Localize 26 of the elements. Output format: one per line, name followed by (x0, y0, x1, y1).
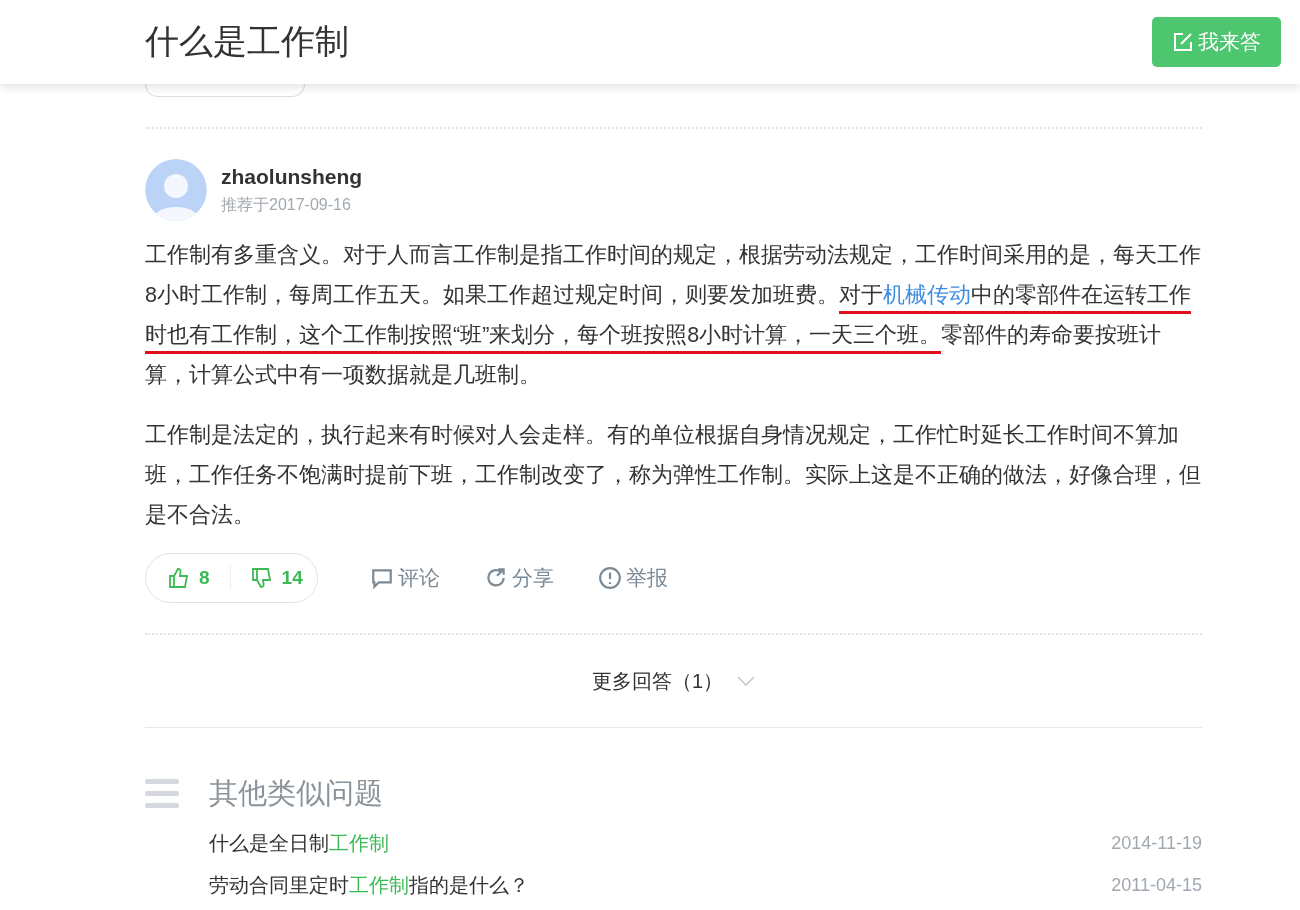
more-answers-button[interactable]: 更多回答（1） (591, 667, 756, 695)
question-date: 2014-11-19 (1111, 832, 1202, 854)
similar-question-link[interactable]: 劳动合同里定时工作制指的是什么？ (209, 871, 529, 899)
question-title: 什么是工作制 (145, 21, 349, 62)
like-button[interactable]: 8 (168, 567, 210, 589)
answer-paragraph: 工作制有多重含义。对于人而言工作制是指工作时间的规定，根据劳动法规定，工作时间采用的是，每天工作8小时工作制，每周工作五天。如果工作超过规定时间，则要发加班费。对于机械传动中的零部件在运转工作时也有工作制，这个工作制按照“班”来划分，每个班按照8小时计算，一天三个班。零部件的寿命要按班计算，计算公式中有一项数据就是几班制。 (145, 242, 1202, 389)
dislike-button[interactable]: 14 (250, 567, 303, 589)
similar-question-link[interactable]: 什么是全日制工作制 (209, 829, 389, 857)
edit-icon (1172, 31, 1194, 53)
list-icon (145, 779, 179, 809)
avatar (145, 159, 207, 221)
author-name[interactable]: zhaolunsheng (221, 164, 363, 189)
chevron-down-icon (737, 675, 756, 687)
answer-date: 推荐于2017-09-16 (221, 194, 352, 215)
speech-bubble-icon (369, 566, 394, 590)
comment-action[interactable]: 评论 (369, 564, 440, 592)
answer-button[interactable]: 我来答 (1152, 17, 1281, 67)
answer-paragraph: 工作制是法定的，执行起来有时候对人会走样。有的单位根据自身情况规定，工作忙时延长工作时间不算加班，工作任务不饱满时提前下班，工作制改变了，称为弹性工作制。实际上这是不正确的做法，好像合理，但是不合法。 (145, 422, 1202, 529)
report-action[interactable]: 举报 (597, 564, 668, 592)
term-link[interactable]: 机械传动 (882, 283, 971, 314)
share-action[interactable]: 分享 (483, 564, 554, 592)
exclamation-circle-icon (597, 566, 622, 590)
section-title: 其他类似问题 (209, 776, 383, 811)
question-date: 2011-04-15 (1111, 874, 1202, 896)
thumbs-up-icon (168, 567, 190, 589)
thumbs-down-icon (250, 567, 273, 589)
